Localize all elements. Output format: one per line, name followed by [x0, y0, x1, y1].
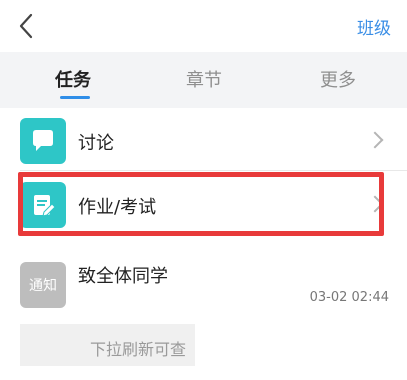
chevron-right-icon [366, 195, 384, 213]
class-link[interactable]: 班级 [357, 14, 391, 39]
tab-bar: 任务 章节 更多 [0, 52, 407, 108]
chevron-right-icon [366, 131, 384, 149]
chevron-left-icon [19, 13, 33, 39]
refresh-hint-text: 下拉刷新可查 [90, 340, 187, 359]
header: 班级 [0, 0, 407, 50]
course-page: 班级 任务 章节 更多 讨论 作业/考试 通知 致全体同学 03-02 02:4… [0, 0, 407, 380]
refresh-hint: 下拉刷新可查 [20, 324, 195, 366]
notice-time: 03-02 02:44 [309, 290, 389, 305]
tab-more[interactable]: 更多 [320, 66, 356, 92]
divider [20, 170, 407, 171]
notice-title: 致全体同学 [78, 266, 168, 287]
discussion-label: 讨论 [78, 133, 114, 154]
homework-icon [20, 182, 66, 228]
back-button[interactable] [12, 12, 40, 40]
homework-label: 作业/考试 [78, 197, 157, 218]
discussion-row[interactable]: 讨论 [0, 112, 407, 170]
homework-exam-row[interactable]: 作业/考试 [0, 176, 407, 234]
tab-tasks[interactable]: 任务 [55, 66, 91, 92]
active-tab-indicator [60, 96, 90, 99]
notice-badge: 通知 [20, 262, 66, 308]
tab-chapters[interactable]: 章节 [186, 66, 222, 92]
discussion-icon [20, 118, 66, 164]
